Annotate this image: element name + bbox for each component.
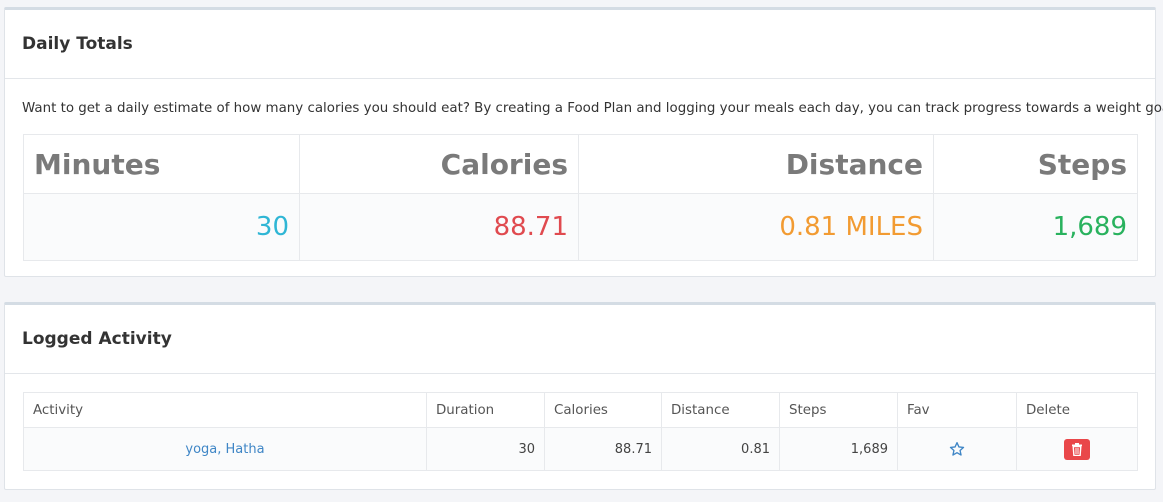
totals-header-calories: Calories [299,134,579,194]
star-outline-icon[interactable] [949,441,965,457]
totals-value-row: 30 88.71 0.81 MILES 1,689 [23,193,1138,261]
col-header-activity[interactable]: Activity [23,392,427,428]
activity-cell: yoga, Hatha [23,427,427,471]
table-row: yoga, Hatha 30 88.71 0.81 1,689 [23,427,1138,471]
totals-value-minutes: 30 [23,193,300,261]
col-header-fav: Fav [897,392,1017,428]
totals-header-minutes: Minutes [23,134,300,194]
totals-table: Minutes Calories Distance Steps 30 88.71… [23,134,1138,261]
activity-header-row: Activity Duration Calories Distance Step… [23,392,1138,428]
activity-link[interactable]: yoga, Hatha [185,442,264,457]
calories-cell: 88.71 [544,427,662,471]
col-header-distance[interactable]: Distance [661,392,780,428]
totals-header-steps: Steps [933,134,1138,194]
totals-value-steps: 1,689 [933,193,1138,261]
delete-cell [1016,427,1138,471]
distance-cell: 0.81 [661,427,780,471]
steps-cell: 1,689 [779,427,898,471]
delete-button[interactable] [1064,438,1090,460]
daily-totals-title: Daily Totals [5,10,1155,79]
logged-activity-title: Logged Activity [5,305,1155,374]
activity-table: Activity Duration Calories Distance Step… [23,392,1138,471]
col-header-duration[interactable]: Duration [426,392,545,428]
duration-cell: 30 [426,427,545,471]
col-header-delete: Delete [1016,392,1138,428]
daily-totals-intro: Want to get a daily estimate of how many… [22,101,1163,116]
col-header-steps[interactable]: Steps [779,392,898,428]
totals-value-distance: 0.81 MILES [578,193,934,261]
totals-header-row: Minutes Calories Distance Steps [23,134,1138,194]
fav-cell [897,427,1017,471]
trash-icon [1072,442,1082,456]
totals-value-calories: 88.71 [299,193,579,261]
col-header-calories[interactable]: Calories [544,392,662,428]
daily-totals-panel: Daily Totals Want to get a daily estimat… [4,7,1163,277]
logged-activity-panel: Logged Activity Activity Duration Calori… [4,302,1156,490]
totals-header-distance: Distance [578,134,934,194]
